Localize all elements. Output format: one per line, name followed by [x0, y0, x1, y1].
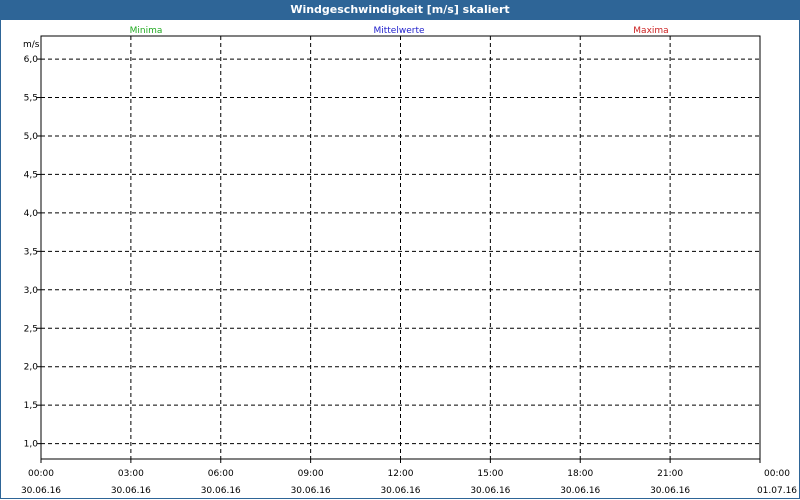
- legend-item: Minima: [130, 26, 163, 36]
- legend-item: Maxima: [633, 26, 668, 36]
- x-tick-date: 30.06.16: [21, 486, 61, 496]
- x-tick-time: 21:00: [657, 469, 683, 479]
- y-tick-label: 2,5: [24, 324, 38, 334]
- x-tick-date: 30.06.16: [111, 486, 151, 496]
- x-tick-time: 00:00: [764, 469, 790, 479]
- x-tick-date: 30.06.16: [380, 486, 420, 496]
- y-tick-label: 1,5: [24, 401, 38, 411]
- x-tick-date: 30.06.16: [201, 486, 241, 496]
- y-tick-label: 6,0: [24, 55, 39, 65]
- y-tick-label: 4,0: [24, 209, 39, 219]
- x-tick-time: 03:00: [118, 469, 144, 479]
- x-tick-time: 06:00: [208, 469, 234, 479]
- x-tick-time: 18:00: [567, 469, 593, 479]
- y-axis-label: m/s: [23, 40, 40, 50]
- y-tick-label: 3,5: [24, 247, 38, 257]
- chart-svg: 6,0 5,5 5,0 4,5 4,0 3,5 3,0 2,5 2,0 1,5 1,0 00:00 30…: [21, 26, 797, 496]
- chart-frame: 6,0 5,5 5,0 4,5 4,0 3,5 3,0 2,5 2,0 1,5 1,0 00:00 30…: [0, 20, 800, 499]
- x-tick-date: 30.06.16: [560, 486, 600, 496]
- x-tick-date: 30.06.16: [650, 486, 690, 496]
- x-tick-time: 12:00: [388, 469, 414, 479]
- y-tick-label: 4,5: [24, 170, 38, 180]
- legend-item: Mittelwerte: [373, 26, 424, 36]
- x-tick-date: 01.07.16: [757, 486, 797, 496]
- x-tick-time: 00:00: [28, 469, 54, 479]
- x-tick-time: 15:00: [477, 469, 503, 479]
- chart-title: Windgeschwindigkeit [m/s] skaliert: [0, 0, 800, 20]
- x-tick-date: 30.06.16: [470, 486, 510, 496]
- y-tick-label: 1,0: [24, 440, 39, 450]
- x-tick-time: 09:00: [298, 469, 324, 479]
- y-tick-label: 3,0: [24, 286, 39, 296]
- y-tick-label: 2,0: [24, 363, 39, 373]
- x-tick-date: 30.06.16: [291, 486, 331, 496]
- y-tick-label: 5,5: [24, 94, 38, 104]
- y-tick-label: 5,0: [24, 132, 39, 142]
